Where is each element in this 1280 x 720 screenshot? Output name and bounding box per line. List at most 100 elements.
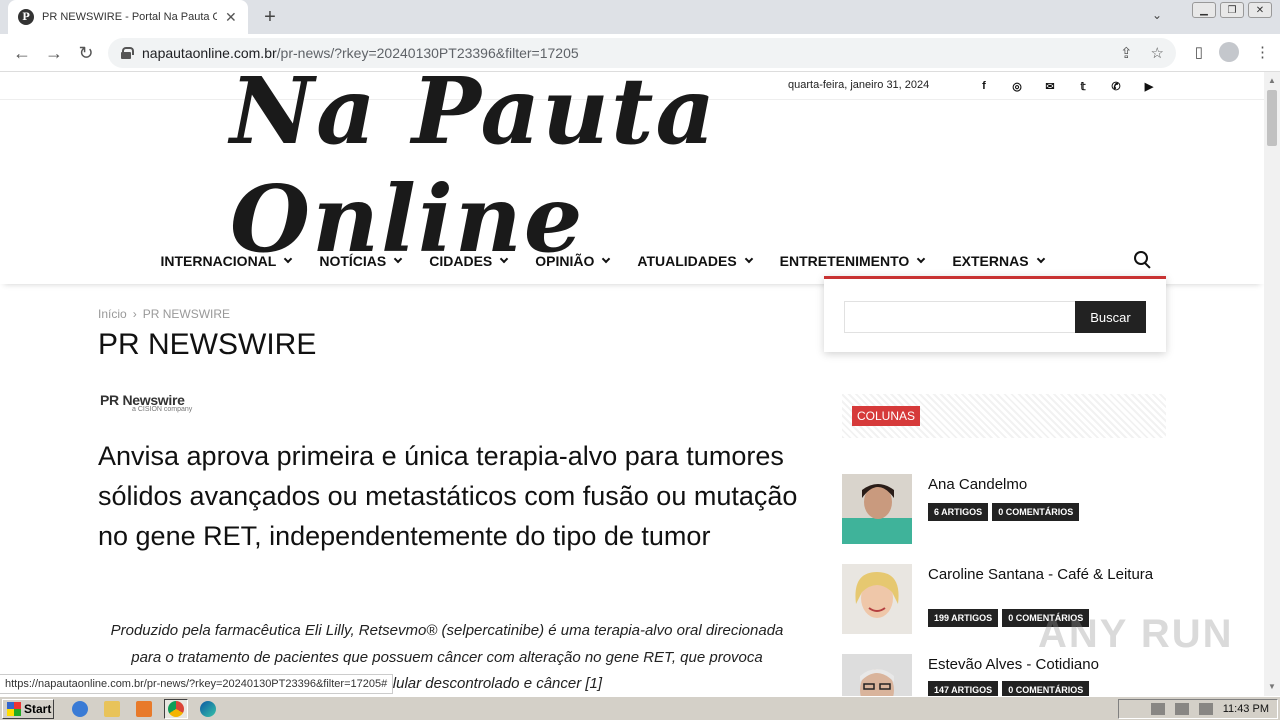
youtube-icon[interactable]: ▶ — [1141, 78, 1157, 94]
columns-header: COLUNAS — [842, 394, 1166, 438]
folder-icon[interactable] — [100, 699, 124, 719]
anyrun-watermark: ANY RUN — [1038, 612, 1234, 656]
twitter-icon[interactable]: 𝕥 — [1075, 78, 1091, 94]
profile-avatar[interactable] — [1219, 42, 1239, 62]
clock[interactable]: 11:43 PM — [1223, 703, 1269, 715]
article-headline[interactable]: Anvisa aprova primeira e única terapia-a… — [98, 436, 802, 556]
author-photo[interactable] — [842, 564, 912, 634]
breadcrumb-separator: › — [132, 307, 137, 321]
start-label: Start — [24, 702, 52, 716]
search-icon[interactable] — [1134, 251, 1150, 267]
taskbar: Start 11:43 PM — [0, 696, 1280, 720]
chevron-down-icon — [1036, 254, 1045, 264]
url-text[interactable]: napautaonline.com.br/pr-news/?rkey=20240… — [142, 45, 579, 61]
comments-count-badge: 0 COMENTÁRIOS — [1002, 681, 1090, 696]
address-bar[interactable]: napautaonline.com.br/pr-news/?rkey=20240… — [108, 38, 1176, 68]
sidebar-columns: COLUNAS Ana Candelmo 6 ARTIGOS 0 COMENTÁR… — [842, 394, 1166, 696]
author-name[interactable]: Caroline Santana - Café & Leitura — [928, 566, 1158, 584]
nav-label: ATUALIDADES — [637, 253, 737, 269]
tab-search-chevron-icon[interactable]: ⌄ — [1152, 8, 1162, 22]
back-arrow-icon[interactable]: ← — [10, 42, 34, 64]
browser-tab[interactable]: P PR NEWSWIRE - Portal Na Pauta Online ✕ — [8, 0, 248, 34]
network-icon[interactable] — [1174, 703, 1189, 715]
breadcrumb-current[interactable]: PR NEWSWIRE — [143, 307, 230, 321]
articles-count-badge[interactable]: 147 ARTIGOS — [928, 681, 999, 696]
internet-explorer-icon[interactable] — [68, 699, 92, 719]
nav-label: CIDADES — [429, 253, 493, 269]
search-dropdown: Buscar — [824, 276, 1166, 352]
start-button[interactable]: Start — [2, 699, 54, 719]
mail-icon[interactable]: ✉ — [1042, 78, 1058, 94]
site-favicon-icon: P — [18, 9, 34, 25]
nav-internacional[interactable]: INTERNACIONAL — [146, 238, 305, 284]
windows-logo-icon — [7, 702, 21, 716]
search-input[interactable] — [844, 301, 1076, 333]
breadcrumb: Início › PR NEWSWIRE — [98, 307, 230, 321]
prnewswire-logo-subtext: a CISION company — [132, 406, 193, 413]
page-scrollbar[interactable]: ▲ ▼ — [1264, 72, 1280, 696]
bookmark-star-icon[interactable]: ☆ — [1151, 44, 1164, 62]
new-tab-button[interactable]: + — [258, 6, 282, 29]
nav-label: ENTRETENIMENTO — [779, 253, 910, 269]
forward-arrow-icon[interactable]: → — [42, 42, 66, 64]
columns-badge: COLUNAS — [852, 406, 921, 426]
scroll-down-icon[interactable]: ▼ — [1268, 682, 1276, 691]
web-page: quarta-feira, janeiro 31, 2024 f ◎ ✉ 𝕥 ✆… — [0, 72, 1264, 696]
media-player-icon[interactable] — [132, 699, 156, 719]
chevron-down-icon — [602, 254, 611, 264]
chevron-down-icon — [284, 254, 293, 264]
nav-opiniao[interactable]: OPINIÃO — [521, 238, 623, 284]
reload-icon[interactable]: ↻ — [74, 42, 98, 64]
toolbar-right-actions: ▯ ⋮ — [1195, 42, 1270, 62]
search-button[interactable]: Buscar — [1075, 301, 1146, 333]
articles-count-badge[interactable]: 199 ARTIGOS — [928, 609, 999, 627]
site-logo[interactable]: Na Pauta Online — [230, 72, 1034, 273]
scroll-up-icon[interactable]: ▲ — [1268, 76, 1276, 85]
nav-atualidades[interactable]: ATUALIDADES — [623, 238, 765, 284]
author-stats: 147 ARTIGOS 0 COMENTÁRIOS — [928, 680, 1093, 696]
scroll-thumb[interactable] — [1267, 90, 1277, 146]
nav-noticias[interactable]: NOTÍCIAS — [305, 238, 415, 284]
page-title: PR NEWSWIRE — [98, 328, 317, 361]
author-name[interactable]: Estevão Alves - Cotidiano — [928, 656, 1158, 674]
menu-kebab-icon[interactable]: ⋮ — [1255, 43, 1270, 61]
nav-label: EXTERNAS — [952, 253, 1029, 269]
browser-tab-strip: P PR NEWSWIRE - Portal Na Pauta Online ✕… — [0, 0, 1280, 34]
articles-count-badge[interactable]: 6 ARTIGOS — [928, 503, 989, 521]
author-item[interactable]: Estevão Alves - Cotidiano 147 ARTIGOS 0 C… — [842, 654, 1166, 696]
chevron-down-icon — [744, 254, 753, 264]
chrome-icon[interactable] — [164, 699, 188, 719]
nav-label: NOTÍCIAS — [319, 253, 387, 269]
side-panel-icon[interactable]: ▯ — [1195, 43, 1203, 61]
flag-icon[interactable] — [1198, 703, 1213, 715]
author-stats: 6 ARTIGOS 0 COMENTÁRIOS — [928, 502, 1083, 521]
volume-icon[interactable] — [1150, 703, 1165, 715]
restore-button[interactable]: ❐ — [1220, 2, 1244, 18]
edge-icon[interactable] — [196, 699, 220, 719]
author-name[interactable]: Ana Candelmo — [928, 476, 1158, 494]
tab-close-icon[interactable]: ✕ — [225, 9, 237, 26]
author-photo[interactable] — [842, 654, 912, 696]
author-item[interactable]: Ana Candelmo 6 ARTIGOS 0 COMENTÁRIOS — [842, 474, 1166, 546]
chevron-down-icon — [393, 254, 403, 264]
url-domain: napautaonline.com.br — [142, 45, 277, 61]
comments-count-badge: 0 COMENTÁRIOS — [992, 503, 1080, 521]
lock-icon[interactable] — [120, 47, 134, 59]
whatsapp-icon[interactable]: ✆ — [1108, 78, 1124, 94]
breadcrumb-home[interactable]: Início — [98, 307, 127, 321]
chevron-down-icon — [500, 254, 509, 264]
url-path: /pr-news/?rkey=20240130PT23396&filter=17… — [276, 45, 579, 61]
system-tray: 11:43 PM — [1118, 699, 1278, 719]
window-controls: ▁ ❐ ✕ — [1192, 2, 1272, 18]
prnewswire-logo: PR Newswire a CISION company — [100, 392, 192, 413]
close-window-button[interactable]: ✕ — [1248, 2, 1272, 18]
author-photo[interactable] — [842, 474, 912, 544]
nav-cidades[interactable]: CIDADES — [415, 238, 521, 284]
nav-label: INTERNACIONAL — [160, 253, 277, 269]
status-bar-url: https://napautaonline.com.br/pr-news/?rk… — [0, 674, 394, 694]
minimize-button[interactable]: ▁ — [1192, 2, 1216, 18]
quick-launch — [68, 699, 220, 719]
chevron-down-icon — [917, 254, 926, 264]
tab-title: PR NEWSWIRE - Portal Na Pauta Online — [42, 11, 217, 23]
share-icon[interactable]: ⇪ — [1120, 44, 1133, 62]
